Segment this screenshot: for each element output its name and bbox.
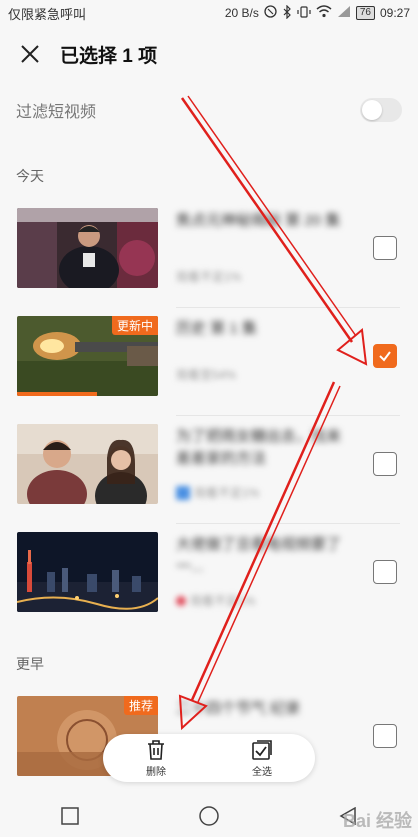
- divider: [176, 415, 400, 416]
- trash-icon: [148, 739, 164, 760]
- delete-label: 删除: [146, 766, 166, 778]
- status-bar: 仅限紧急呼叫 20 B/s 76 09:27: [0, 0, 418, 26]
- section-label-today: 今天: [16, 168, 44, 184]
- filter-label: 过滤短视频: [16, 104, 97, 121]
- clock: 09:27: [379, 6, 410, 20]
- item-checkbox[interactable]: [373, 560, 397, 584]
- watch-progress: 观看不足1%: [194, 486, 260, 500]
- select-all-icon: [252, 739, 272, 760]
- item-checkbox[interactable]: [373, 452, 397, 476]
- item-checkbox[interactable]: [373, 724, 397, 748]
- nfc-icon: [264, 5, 277, 21]
- circle-icon: [199, 806, 219, 826]
- item-title: 大佬做了旦看电视频要了一...: [176, 536, 342, 575]
- item-meta: 观看不足1%: [176, 484, 259, 501]
- battery-indicator: 76: [355, 6, 375, 20]
- watch-progress: 观看不足1%: [176, 270, 242, 284]
- watermark-logo: Bai 经验: [342, 811, 412, 831]
- item-checkbox[interactable]: [373, 236, 397, 260]
- list-item[interactable]: 焦点元神秘揭秘 第 20 集 观看不足1%: [0, 208, 418, 308]
- item-meta: 观看至54%: [176, 366, 236, 383]
- divider: [176, 523, 400, 524]
- item-title: 历史 第 1 集: [176, 320, 257, 337]
- list-item[interactable]: 大佬做了旦看电视频要了一... 观看不足1%: [0, 532, 418, 632]
- heart-icon: [176, 595, 186, 606]
- item-checkbox-checked[interactable]: [373, 344, 397, 368]
- filter-toggle[interactable]: [360, 98, 402, 122]
- status-icons: 20 B/s 76 09:27: [224, 4, 410, 22]
- bluetooth-icon: [282, 4, 292, 22]
- section-label-earlier: 更早: [16, 656, 44, 672]
- checkmark-icon: [379, 351, 391, 362]
- carrier-text: 仅限紧急呼叫: [8, 6, 87, 22]
- wifi-icon: [316, 5, 332, 21]
- vibrate-icon: [297, 5, 311, 22]
- selection-header: 已选择 1 项: [0, 26, 418, 82]
- list-item[interactable]: 更新中 历史 第 1 集 观看至54%: [0, 316, 418, 416]
- item-title: 焦点元神秘揭秘 第 20 集: [176, 212, 341, 229]
- select-all-label: 全选: [252, 766, 272, 778]
- signal-icon: [337, 5, 351, 21]
- item-title: 二十四个节气 纪录: [176, 700, 301, 717]
- close-button[interactable]: [0, 26, 60, 82]
- video-thumbnail: [17, 208, 158, 288]
- close-icon: [21, 45, 39, 63]
- divider: [176, 307, 400, 308]
- network-speed: 20 B/s: [224, 6, 259, 20]
- update-badge: 更新中: [111, 316, 158, 335]
- video-thumbnail: [17, 532, 158, 612]
- downloaded-icon: [176, 485, 190, 500]
- recent-apps-button[interactable]: [40, 795, 100, 837]
- watch-progress: 观看不足1%: [190, 594, 256, 608]
- item-meta: 观看不足1%: [176, 268, 241, 285]
- delete-button[interactable]: 删除: [103, 734, 209, 782]
- item-meta: 观看不足1%: [176, 592, 255, 609]
- page-title: 已选择 1 项: [60, 45, 158, 67]
- home-button[interactable]: [179, 795, 239, 837]
- list-item[interactable]: 为了把雨女糖出去，找来差差家的方法 观看不足1%: [0, 424, 418, 524]
- item-title: 为了把雨女糖出去，找来差差家的方法: [176, 428, 342, 467]
- video-thumbnail: [17, 424, 158, 504]
- filter-row: 过滤短视频: [0, 88, 418, 132]
- recommend-badge: 推荐: [123, 696, 158, 715]
- square-icon: [60, 807, 79, 825]
- bulk-action-bar: 删除 全选: [103, 734, 315, 782]
- video-thumbnail: 更新中: [17, 316, 158, 396]
- select-all-button[interactable]: 全选: [209, 734, 315, 782]
- watch-progress: 观看至54%: [176, 368, 237, 382]
